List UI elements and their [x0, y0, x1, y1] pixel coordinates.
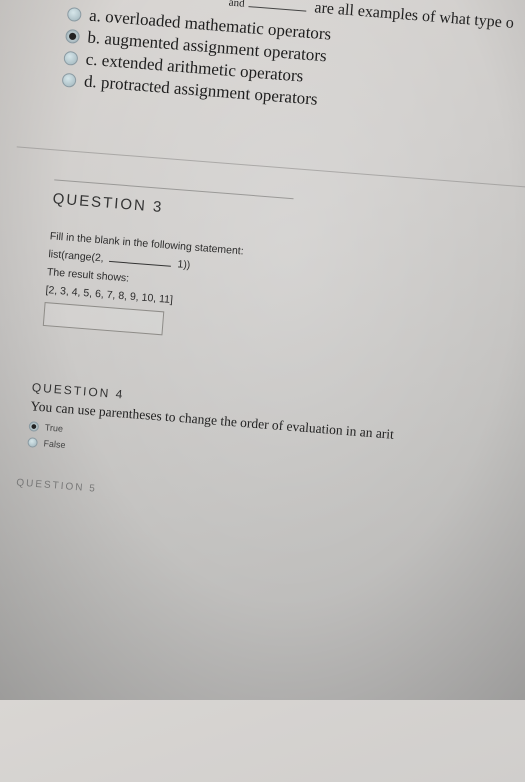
question-3-block: QUESTION 3 Fill in the blank in the foll… — [40, 179, 294, 379]
question-2-stem-blank — [248, 6, 307, 12]
option-label: True — [44, 422, 64, 434]
question-4-option-false[interactable]: False — [27, 437, 66, 450]
question-3-result-label: The result shows: — [46, 266, 130, 285]
question-4-title: QUESTION 4 — [31, 380, 125, 402]
radio-button-icon[interactable] — [27, 437, 38, 448]
question-3-answer-input[interactable] — [42, 302, 165, 336]
question-2-stem-text: are all examples of what type o — [313, 0, 515, 32]
radio-button-icon[interactable] — [63, 50, 79, 66]
question-3-code-blank — [109, 260, 172, 267]
question-3-code-before: list(range(2, — [47, 248, 105, 265]
option-label: False — [43, 438, 66, 451]
question-3-title: QUESTION 3 — [52, 190, 164, 216]
question-4-text: You can use parentheses to change the or… — [29, 398, 395, 442]
quiz-page: and are all examples of what type o a. o… — [10, 0, 525, 782]
radio-button-selected-icon[interactable] — [28, 421, 40, 432]
question-2-stem-prefix: and — [228, 0, 246, 10]
question-4-option-true[interactable]: True — [28, 421, 63, 434]
radio-button-icon[interactable] — [66, 6, 82, 22]
question-3-code-after: 1)) — [177, 258, 191, 272]
radio-button-selected-icon[interactable] — [65, 28, 81, 44]
radio-button-icon[interactable] — [61, 72, 77, 88]
question-5-title: QUESTION 5 — [15, 477, 98, 495]
